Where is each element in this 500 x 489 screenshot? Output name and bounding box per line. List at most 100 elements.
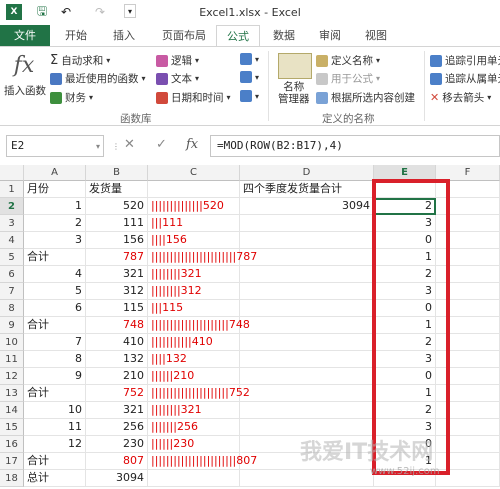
cell-c[interactable]: |||||||||||||||||||||748: [148, 317, 250, 334]
formula-input[interactable]: =MOD(ROW(B2:B17),4): [210, 135, 500, 157]
cell-e[interactable]: 3: [374, 283, 436, 300]
recent-functions-button[interactable]: 最近使用的函数 ▾: [50, 71, 146, 86]
cell-e[interactable]: 1: [374, 385, 436, 402]
cell-b[interactable]: 807: [86, 453, 148, 470]
cell-f[interactable]: [436, 402, 500, 419]
cell-a[interactable]: 月份: [24, 181, 86, 198]
cell-e[interactable]: 0: [374, 368, 436, 385]
row-header[interactable]: 4: [0, 232, 24, 249]
cell-e[interactable]: 2: [374, 334, 436, 351]
cell-c[interactable]: |||||||||||410: [148, 334, 240, 351]
tab-page-layout[interactable]: 页面布局: [152, 25, 216, 46]
cell-a[interactable]: 12: [24, 436, 86, 453]
tab-file[interactable]: 文件: [0, 25, 50, 46]
row-header[interactable]: 5: [0, 249, 24, 266]
cell-b[interactable]: 230: [86, 436, 148, 453]
cell-b[interactable]: 321: [86, 266, 148, 283]
cell-e[interactable]: 2: [374, 266, 436, 283]
create-from-selection-button[interactable]: 根据所选内容创建: [316, 90, 415, 105]
cell-b[interactable]: 321: [86, 402, 148, 419]
cell-f[interactable]: [436, 334, 500, 351]
cell-c[interactable]: ||||||||312: [148, 283, 240, 300]
cell-b[interactable]: 132: [86, 351, 148, 368]
tab-review[interactable]: 审阅: [308, 25, 352, 46]
cell-b[interactable]: 410: [86, 334, 148, 351]
row-header[interactable]: 2: [0, 198, 24, 215]
row-header[interactable]: 10: [0, 334, 24, 351]
cancel-icon[interactable]: ✕: [124, 137, 135, 152]
column-header-a[interactable]: A: [24, 165, 86, 181]
row-header[interactable]: 16: [0, 436, 24, 453]
cell-c[interactable]: |||||||||||||||||||||||807: [148, 453, 257, 470]
cell-f[interactable]: [436, 470, 500, 487]
cell-f[interactable]: [436, 317, 500, 334]
name-box-dropdown-icon[interactable]: ▾: [96, 142, 100, 151]
cell-d[interactable]: [240, 232, 374, 249]
row-header[interactable]: 12: [0, 368, 24, 385]
cell-c[interactable]: |||111: [148, 215, 240, 232]
row-header[interactable]: 3: [0, 215, 24, 232]
cell-a[interactable]: 合计: [24, 317, 86, 334]
cell-d[interactable]: [240, 385, 374, 402]
row-header[interactable]: 11: [0, 351, 24, 368]
cell-f[interactable]: [436, 436, 500, 453]
cell-a[interactable]: 合计: [24, 453, 86, 470]
cell-a[interactable]: 6: [24, 300, 86, 317]
cell-e[interactable]: 3: [374, 215, 436, 232]
tab-data[interactable]: 数据: [262, 25, 306, 46]
cell-d[interactable]: 四个季度发货量合计: [240, 181, 374, 198]
cell-f[interactable]: [436, 300, 500, 317]
autosum-button[interactable]: Σ 自动求和 ▾: [50, 53, 110, 68]
row-header[interactable]: 8: [0, 300, 24, 317]
select-all-corner[interactable]: [0, 165, 24, 181]
cell-b[interactable]: 156: [86, 232, 148, 249]
cell-c[interactable]: [148, 470, 240, 487]
insert-function-icon[interactable]: fx: [8, 53, 40, 78]
cell-b[interactable]: 115: [86, 300, 148, 317]
cell-b[interactable]: 752: [86, 385, 148, 402]
cell-c[interactable]: |||||||||||||||||||||752: [148, 385, 250, 402]
more-functions-button[interactable]: ▾: [240, 90, 259, 102]
cell-a[interactable]: 合计: [24, 385, 86, 402]
cell-b[interactable]: 3094: [86, 470, 148, 487]
column-header-b[interactable]: B: [86, 165, 148, 181]
cell-f[interactable]: [436, 198, 500, 215]
row-header[interactable]: 14: [0, 402, 24, 419]
cell-a[interactable]: 1: [24, 198, 86, 215]
cell-d[interactable]: [240, 249, 374, 266]
trace-precedents-button[interactable]: 追踪引用单元: [430, 53, 500, 68]
cell-c[interactable]: |||115: [148, 300, 240, 317]
cell-f[interactable]: [436, 385, 500, 402]
column-header-d[interactable]: D: [240, 165, 374, 181]
name-manager-icon[interactable]: [278, 53, 312, 79]
cell-d[interactable]: 3094: [240, 198, 374, 215]
cell-d[interactable]: [240, 368, 374, 385]
cell-c[interactable]: ||||132: [148, 351, 240, 368]
cell-b[interactable]: 111: [86, 215, 148, 232]
cell-b[interactable]: 210: [86, 368, 148, 385]
cell-e[interactable]: 0: [374, 300, 436, 317]
cell-a[interactable]: 总计: [24, 470, 86, 487]
cell-c[interactable]: ||||156: [148, 232, 240, 249]
cell-a[interactable]: 合计: [24, 249, 86, 266]
cell-f[interactable]: [436, 266, 500, 283]
cell-c[interactable]: ||||||||321: [148, 402, 240, 419]
row-header[interactable]: 17: [0, 453, 24, 470]
financial-button[interactable]: 财务 ▾: [50, 90, 93, 105]
tab-home[interactable]: 开始: [52, 25, 100, 46]
row-header[interactable]: 1: [0, 181, 24, 198]
cell-d[interactable]: [240, 351, 374, 368]
cell-e[interactable]: [374, 181, 436, 198]
cell-a[interactable]: 3: [24, 232, 86, 249]
logical-button[interactable]: 逻辑 ▾: [156, 53, 199, 68]
cell-c[interactable]: |||||||256: [148, 419, 240, 436]
name-box[interactable]: E2: [6, 135, 104, 157]
cell-a[interactable]: 11: [24, 419, 86, 436]
use-in-formula-button[interactable]: 用于公式 ▾: [316, 71, 380, 86]
cell-a[interactable]: 5: [24, 283, 86, 300]
cell-b[interactable]: 256: [86, 419, 148, 436]
define-name-button[interactable]: 定义名称 ▾: [316, 53, 380, 68]
cell-b[interactable]: 520: [86, 198, 148, 215]
cell-a[interactable]: 2: [24, 215, 86, 232]
cell-c[interactable]: ||||||210: [148, 368, 240, 385]
